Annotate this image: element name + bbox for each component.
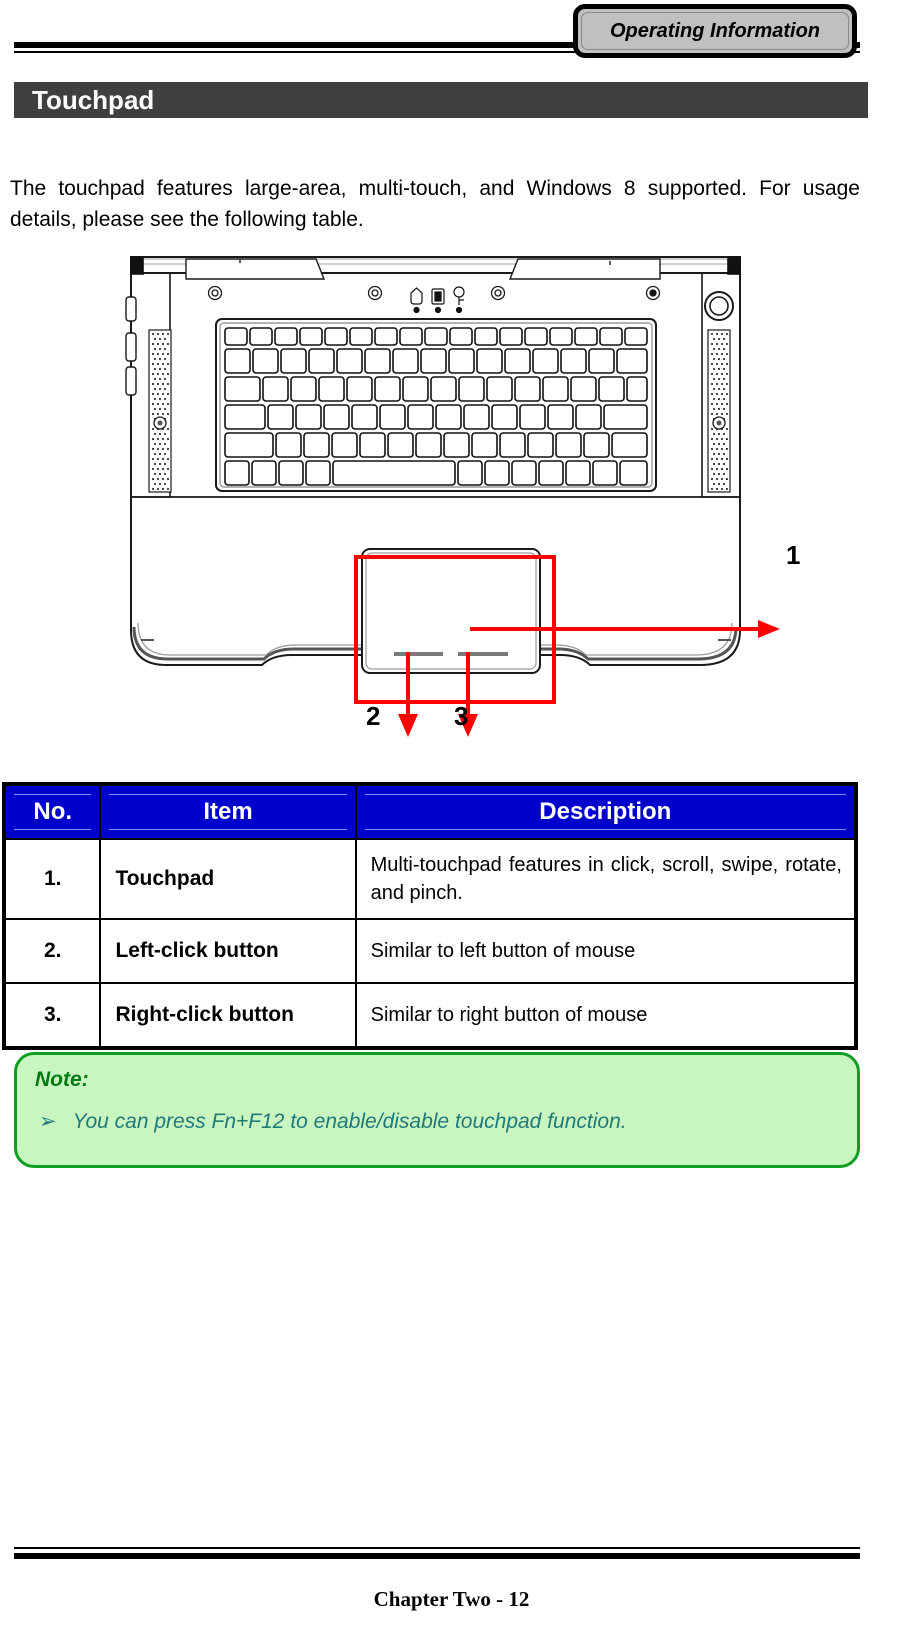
- arrow-bullet-icon: ➢: [39, 1110, 57, 1133]
- note-title: Note:: [35, 1068, 89, 1091]
- cell-no: 2.: [2, 918, 102, 984]
- table-body: 1. Touchpad Multi-touchpad features in c…: [2, 838, 858, 1049]
- cell-description: Similar to right button of mouse: [354, 982, 858, 1049]
- table-row: 1. Touchpad Multi-touchpad features in c…: [2, 838, 858, 920]
- cell-item: Right-click button: [99, 982, 357, 1049]
- callout-number-3: 3: [454, 701, 469, 731]
- intro-paragraph: The touchpad features large-area, multi-…: [10, 177, 860, 231]
- section-title-bar: Touchpad: [14, 82, 868, 118]
- callout-number-2: 2: [366, 701, 381, 731]
- touchpad-spec-table: No. Item Description 1. Touchpad Multi-t…: [2, 782, 858, 1050]
- cell-item: Left-click button: [99, 918, 357, 984]
- column-header-description: Description: [354, 783, 858, 840]
- column-header-no-label: No.: [14, 793, 92, 831]
- cell-description: Similar to left button of mouse: [354, 918, 858, 984]
- header-tab-label: Operating Information: [610, 19, 820, 42]
- header-chapter-tab: Operating Information: [573, 4, 857, 58]
- column-header-no: No.: [2, 783, 102, 840]
- footer-rule-thin: [14, 1547, 860, 1549]
- note-item-text: You can press Fn+F12 to enable/disable t…: [72, 1110, 627, 1133]
- table-row: 3. Right-click button Similar to right b…: [2, 982, 858, 1049]
- column-header-item: Item: [99, 783, 357, 840]
- note-list-item: ➢ You can press Fn+F12 to enable/disable…: [39, 1107, 837, 1137]
- column-header-item-label: Item: [109, 793, 347, 831]
- page-number: Chapter Two - 12: [373, 1587, 530, 1611]
- page-title: Touchpad: [32, 85, 155, 115]
- page-header: Operating Information: [0, 0, 903, 72]
- column-header-description-label: Description: [364, 793, 846, 831]
- cell-item: Touchpad: [99, 838, 357, 920]
- callout-number-1: 1: [786, 540, 801, 570]
- table-header-row: No. Item Description: [2, 783, 858, 840]
- table-row: 2. Left-click button Similar to left but…: [2, 918, 858, 984]
- note-box: Note: ➢ You can press Fn+F12 to enable/d…: [14, 1052, 860, 1168]
- footer-rule-thick: [14, 1553, 860, 1559]
- page-footer: Chapter Two - 12: [0, 1539, 903, 1629]
- laptop-top-view-svg: [125, 256, 780, 737]
- laptop-diagram-figure: 1 2 3: [0, 245, 903, 755]
- cell-no: 3.: [2, 982, 102, 1049]
- cell-description: Multi-touchpad features in click, scroll…: [354, 838, 858, 920]
- table-header: No. Item Description: [2, 783, 858, 840]
- cell-no: 1.: [2, 838, 102, 920]
